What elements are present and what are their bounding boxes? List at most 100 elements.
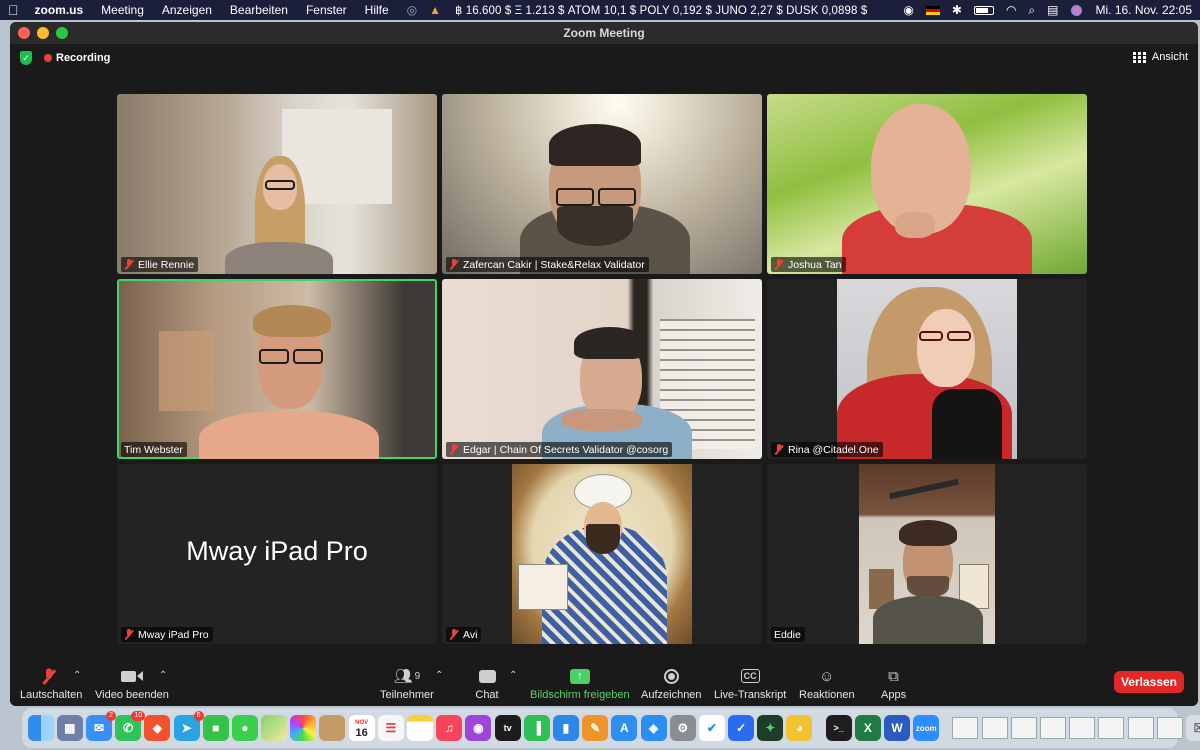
spiral-icon[interactable]: ◎ (407, 3, 417, 17)
zoom-meeting-window: Zoom Meeting ✓ Recording Ansicht Ellie R… (10, 22, 1198, 706)
participant-name-label: Ellie Rennie (121, 257, 199, 272)
participants-button[interactable]: 👥︎ 9 Teilnehmer (380, 666, 434, 701)
messages-icon[interactable]: ● (231, 715, 258, 741)
telegram-icon[interactable]: ➤ 6 (173, 711, 204, 741)
participant-tile[interactable]: Avi (442, 464, 762, 644)
safari-icon[interactable]: ◈ (640, 715, 667, 741)
minimized-window-thumbnail[interactable] (1098, 717, 1125, 739)
menu-help[interactable]: Hilfe (365, 3, 389, 17)
security-shield-icon[interactable]: ✓ (20, 51, 32, 65)
video-options-chevron-icon[interactable]: ⌃ (159, 670, 167, 681)
tasks-app-icon[interactable]: ✔ (698, 715, 725, 741)
chat-button[interactable]: Chat (475, 666, 499, 701)
launchpad-icon[interactable]: ▦ (56, 715, 83, 741)
video-camera-icon (120, 666, 144, 686)
minimized-window-thumbnail[interactable] (1127, 717, 1154, 739)
participant-tile[interactable]: Rina @Citadel.One (767, 279, 1087, 459)
minimized-window-thumbnail[interactable] (952, 717, 979, 739)
trash-icon[interactable]: ☒ (1185, 715, 1200, 741)
participant-tile[interactable]: Eddie (767, 464, 1087, 644)
wifi-icon[interactable]: ◠ (1006, 3, 1016, 17)
participant-tile[interactable]: Joshua Tan (767, 94, 1087, 274)
notes-icon[interactable] (407, 715, 434, 741)
duck-app-icon[interactable]: ◕ (786, 715, 813, 741)
siri-icon[interactable] (1070, 4, 1082, 16)
traffic-lights (18, 27, 75, 39)
recording-label[interactable]: Recording (56, 52, 110, 64)
minimized-window-thumbnail[interactable] (1069, 717, 1096, 739)
close-window-button[interactable] (18, 27, 30, 39)
crypto-ticker[interactable]: ฿ 16.600 $ Ξ 1.213 $ ATOM 10,1 $ POLY 0,… (455, 3, 867, 17)
maximize-window-button[interactable] (56, 27, 68, 39)
word-icon[interactable]: W (884, 715, 911, 741)
notification-icon[interactable]: ◉ (903, 3, 913, 17)
menu-meeting[interactable]: Meeting (101, 3, 144, 17)
minimized-window-thumbnail[interactable] (981, 717, 1008, 739)
apps-button[interactable]: ⧉ Apps (881, 666, 906, 702)
menu-view[interactable]: Anzeigen (162, 3, 212, 17)
search-icon[interactable]: ⌕ (1028, 3, 1035, 18)
participant-tile[interactable]: Edgar | Chain Of Secrets Validator @coso… (442, 279, 762, 459)
menu-window[interactable]: Fenster (306, 3, 347, 17)
control-center-icon[interactable]: ▤ (1047, 3, 1058, 17)
system-settings-icon[interactable]: ⚙ (669, 715, 696, 741)
finder-icon[interactable] (27, 715, 54, 741)
audio-options-chevron-icon[interactable]: ⌃ (73, 670, 81, 681)
mail-icon[interactable]: ✉ 2 (85, 711, 116, 741)
apple-tv-icon[interactable]: tv (494, 715, 521, 741)
reminders-icon[interactable]: ☰ (377, 715, 404, 741)
minimized-window-thumbnail[interactable] (1039, 717, 1066, 739)
pages-icon[interactable]: ✎ (582, 715, 609, 741)
participant-tile[interactable]: Zafercan Cakir | Stake&Relax Validator (442, 94, 762, 274)
menu-clock[interactable]: Mi. 16. Nov. 22:05 (1096, 3, 1193, 17)
live-transcript-button[interactable]: CC Live-Transkript (714, 666, 786, 701)
participant-video (859, 464, 995, 644)
microphone-muted-icon (39, 666, 63, 686)
participant-name-label: Mway iPad Pro (121, 627, 213, 642)
bluetooth-icon[interactable]: ✱ (952, 3, 962, 17)
triangle-app-icon[interactable]: ▲ (429, 3, 441, 17)
podcasts-icon[interactable]: ◉ (465, 715, 492, 741)
leave-meeting-button[interactable]: Verlassen (1113, 671, 1184, 693)
participant-video (117, 94, 437, 274)
terminal-icon[interactable]: >_ (825, 715, 852, 741)
maps-icon[interactable] (261, 715, 288, 741)
photos-icon[interactable] (290, 715, 317, 741)
german-flag-icon[interactable] (925, 5, 940, 15)
record-button[interactable]: Aufzeichnen (641, 666, 702, 701)
participant-tile[interactable]: Ellie Rennie (117, 94, 437, 274)
app-store-icon[interactable]: A (611, 715, 638, 741)
participant-tile-active-speaker[interactable]: Tim Webster (117, 279, 437, 459)
chat-options-chevron-icon[interactable]: ⌃ (509, 670, 517, 681)
minimized-window-thumbnail[interactable] (1156, 717, 1183, 739)
menu-app-name[interactable]: zoom.us (35, 3, 84, 17)
excel-icon[interactable]: X (854, 715, 881, 741)
reactions-button[interactable]: ☺︎ Reaktionen (799, 666, 855, 702)
share-screen-button[interactable]: ↑ Bildschirm freigeben (530, 666, 630, 701)
minimize-window-button[interactable] (37, 27, 49, 39)
contacts-icon[interactable] (319, 715, 346, 741)
battery-icon[interactable] (973, 5, 994, 15)
music-icon[interactable]: ♫ (436, 715, 463, 741)
participant-tile-video-off[interactable]: Mway iPad Pro Mway iPad Pro (117, 464, 437, 644)
zoom-icon[interactable]: zoom (913, 715, 940, 741)
participant-video (119, 281, 435, 459)
numbers-icon[interactable]: ▐ (523, 715, 550, 741)
stop-video-button[interactable]: Video beenden (95, 666, 169, 701)
whatsapp-icon[interactable]: ✆ 10 (115, 711, 146, 741)
todo-app-icon[interactable]: ✓ (728, 715, 755, 741)
participant-video (767, 94, 1087, 274)
brave-browser-icon[interactable]: ◆ (144, 715, 171, 741)
people-icon: 👥︎ 9 (393, 668, 421, 685)
window-title-bar[interactable]: Zoom Meeting (10, 22, 1198, 44)
menu-edit[interactable]: Bearbeiten (230, 3, 288, 17)
calendar-icon[interactable]: NOV 16 (348, 715, 375, 741)
facetime-icon[interactable]: ■ (202, 715, 229, 741)
minimized-window-thumbnail[interactable] (1010, 717, 1037, 739)
participants-options-chevron-icon[interactable]: ⌃ (435, 670, 443, 681)
bull-app-icon[interactable]: ✦ (757, 715, 784, 741)
keynote-icon[interactable]: ▮ (552, 715, 579, 741)
participant-video (837, 279, 1017, 459)
apple-icon[interactable]:  (8, 2, 19, 18)
view-button[interactable]: Ansicht (1132, 51, 1188, 63)
